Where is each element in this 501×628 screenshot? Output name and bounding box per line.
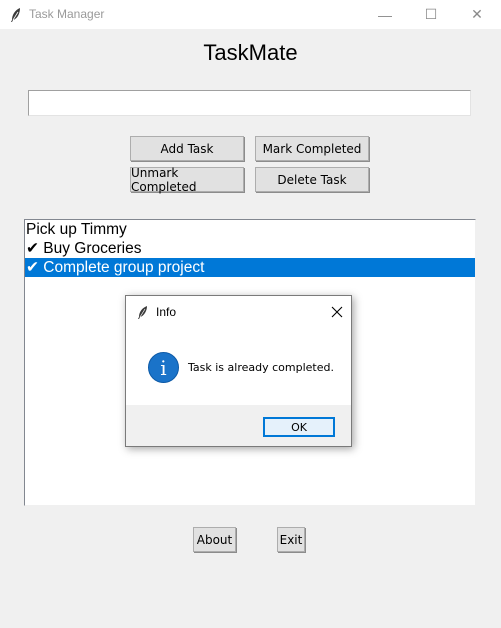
unmark-completed-button[interactable]: Unmark Completed bbox=[130, 166, 244, 194]
about-button[interactable]: About bbox=[193, 527, 236, 552]
feather-icon bbox=[11, 8, 20, 22]
exit-button[interactable]: Exit bbox=[277, 527, 305, 552]
task-item-selected[interactable]: ✔ Complete group project bbox=[25, 258, 475, 277]
mark-completed-button[interactable]: Mark Completed bbox=[255, 136, 369, 161]
dialog-message: Task is already completed. bbox=[188, 361, 334, 374]
app-heading: TaskMate bbox=[203, 40, 298, 65]
close-button[interactable]: ✕ bbox=[454, 0, 500, 29]
dialog-close-button[interactable] bbox=[322, 296, 351, 328]
window-titlebar: Task Manager — ☐ ✕ bbox=[0, 0, 501, 29]
ok-button[interactable]: OK bbox=[263, 417, 335, 437]
dialog-titlebar: Info bbox=[126, 296, 351, 328]
dialog-footer: OK bbox=[126, 405, 351, 446]
task-input[interactable] bbox=[28, 90, 471, 116]
maximize-button[interactable]: ☐ bbox=[408, 0, 454, 29]
minimize-button[interactable]: — bbox=[362, 0, 408, 29]
delete-task-button[interactable]: Delete Task bbox=[255, 167, 369, 192]
dialog-title: Info bbox=[156, 305, 177, 319]
info-icon: i bbox=[148, 352, 179, 383]
task-item[interactable]: Pick up Timmy bbox=[25, 220, 475, 239]
feather-icon bbox=[138, 306, 147, 319]
task-item[interactable]: ✔ Buy Groceries bbox=[25, 239, 475, 258]
add-task-button[interactable]: Add Task bbox=[130, 136, 244, 161]
window-title: Task Manager bbox=[29, 7, 105, 21]
close-icon bbox=[331, 306, 342, 318]
info-dialog: Info i Task is already completed. OK bbox=[125, 295, 352, 447]
dialog-body: i Task is already completed. bbox=[126, 328, 351, 405]
